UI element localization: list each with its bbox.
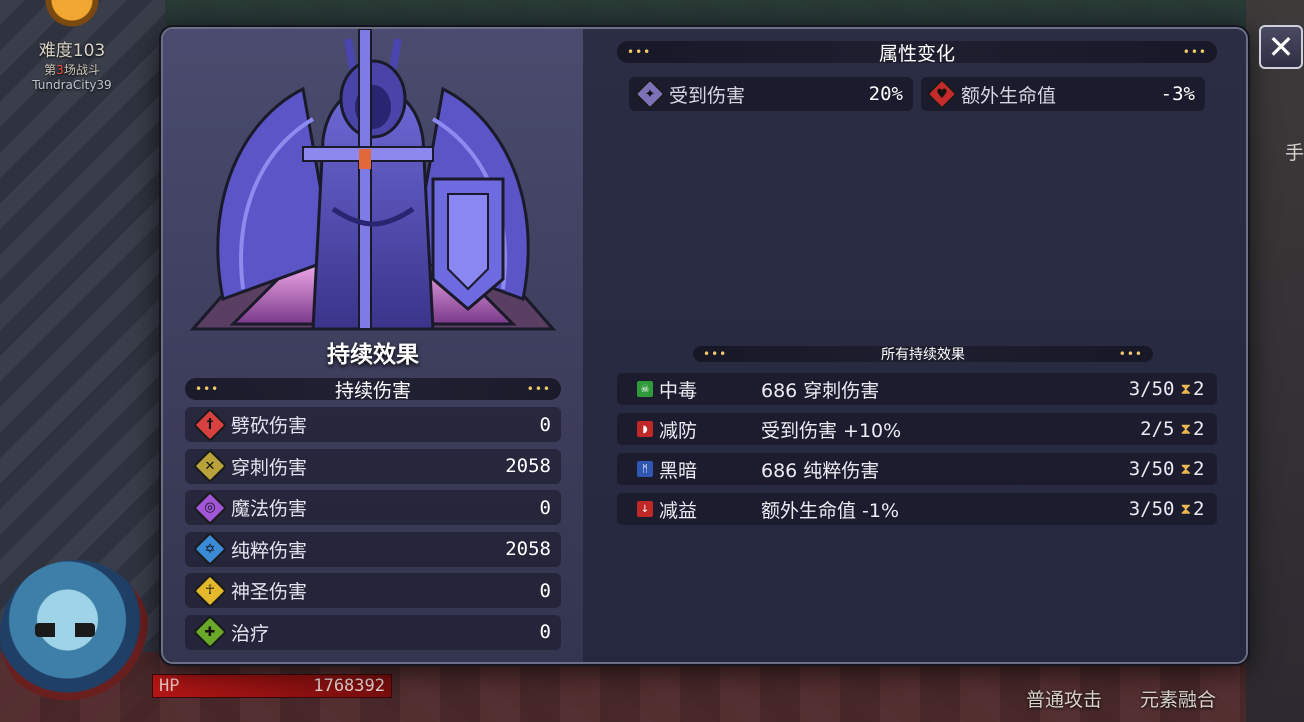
effects-list: ☠ 中毒 686 穿刺伤害 3/50 ⧗ 2 ◗ 减防 受到伤害 +10% 2/5 ⧗ 2 ᛗ 黑暗 686… <box>617 373 1217 533</box>
effect-stack: 3/50 <box>1128 458 1175 480</box>
all-effects-title: 所有持续效果 <box>881 347 965 363</box>
effect-desc: 686 穿刺伤害 <box>761 379 880 402</box>
attr-value: -3% <box>1160 83 1195 105</box>
dots-right-icon: ••• <box>1118 347 1143 361</box>
damage-value: 0 <box>539 413 551 436</box>
damage-row: ☥ 神圣伤害 0 <box>185 573 561 608</box>
effect-desc: 686 纯粹伤害 <box>761 459 880 482</box>
damage-row: ✕ 穿刺伤害 2058 <box>185 448 561 484</box>
poison-icon: ☠ <box>637 381 653 397</box>
attr-change-title: 属性变化 <box>878 42 955 65</box>
dot-damage-header: ••• 持续伤害 ••• <box>185 378 561 402</box>
effects-left-panel: 持续效果 ••• 持续伤害 ••• † 劈砍伤害 0 ✕ 穿刺伤害 2058 ◎ 魔法伤害 0 ✡… <box>163 29 583 662</box>
damage-row: † 劈砍伤害 0 <box>185 407 561 442</box>
dots-left-icon: ••• <box>195 382 220 396</box>
damage-list: † 劈砍伤害 0 ✕ 穿刺伤害 2058 ◎ 魔法伤害 0 ✡ 纯粹伤害 2058 ☥ 神圣伤害 0 ✚ 治疗 0 <box>185 407 561 656</box>
heal-icon: ✚ <box>193 615 227 649</box>
hourglass-icon: ⧗ <box>1180 380 1191 398</box>
hp-label: HP <box>159 676 180 696</box>
dots-left-icon: ••• <box>627 45 652 59</box>
attr-name: 额外生命值 <box>961 84 1057 107</box>
normal-attack-button[interactable]: 普通攻击 <box>1026 685 1102 712</box>
pierce-damage-icon: ✕ <box>193 449 227 483</box>
effect-name: 减益 <box>659 499 698 522</box>
hourglass-icon: ⧗ <box>1180 460 1191 478</box>
debuff-icon: ↓ <box>637 501 653 517</box>
damage-row: ✚ 治疗 0 <box>185 614 561 650</box>
slash-damage-icon: † <box>193 407 227 442</box>
attr-value: 20% <box>868 83 903 105</box>
effect-stack: 3/50 <box>1128 498 1175 520</box>
damage-value: 2058 <box>505 538 551 560</box>
battlefield-right <box>1246 0 1304 722</box>
effect-row: ᛗ 黑暗 686 纯粹伤害 3/50 ⧗ 2 <box>617 453 1217 485</box>
damage-value: 0 <box>539 579 551 602</box>
avatar-eyes-icon <box>35 623 95 637</box>
effect-desc: 额外生命值 -1% <box>761 499 900 522</box>
hp-bar: HP 1768392 <box>152 674 392 698</box>
dots-right-icon: ••• <box>1182 45 1207 59</box>
attr-damage-taken: ✦ 受到伤害 20% <box>629 77 913 111</box>
effect-row: ◗ 减防 受到伤害 +10% 2/5 ⧗ 2 <box>617 413 1217 445</box>
battle-counter: 第3场战斗 <box>44 63 100 77</box>
damage-value: 2058 <box>505 455 551 477</box>
damage-taken-icon: ✦ <box>634 78 666 110</box>
city-name: TundraCity39 <box>32 78 112 92</box>
effect-row: ↓ 减益 额外生命值 -1% 3/50 ⧗ 2 <box>617 493 1217 525</box>
effect-name: 黑暗 <box>659 459 698 482</box>
effect-row: ☠ 中毒 686 穿刺伤害 3/50 ⧗ 2 <box>617 373 1217 405</box>
damage-row: ◎ 魔法伤害 0 <box>185 490 561 525</box>
hourglass-icon: ⧗ <box>1180 420 1191 438</box>
all-effects-header: ••• 所有持续效果 ••• <box>693 346 1153 363</box>
hourglass-icon: ⧗ <box>1180 500 1191 518</box>
dots-left-icon: ••• <box>703 347 728 361</box>
attr-extra-hp: ♥ 额外生命值 -3% <box>921 77 1205 111</box>
extra-hp-icon: ♥ <box>926 78 958 110</box>
dark-knight-portrait-icon <box>189 29 557 331</box>
holy-damage-icon: ☥ <box>193 573 227 608</box>
damage-name: 魔法伤害 <box>231 498 308 520</box>
effects-dialog: 持续效果 ••• 持续伤害 ••• † 劈砍伤害 0 ✕ 穿刺伤害 2058 ◎ 魔法伤害 0 ✡… <box>161 27 1248 664</box>
right-side-label[interactable]: 手 <box>1285 138 1304 165</box>
darkness-icon: ᛗ <box>637 461 653 477</box>
close-button[interactable]: ✕ <box>1259 25 1303 69</box>
pure-damage-icon: ✡ <box>193 532 227 566</box>
player-avatar[interactable] <box>0 560 150 710</box>
attr-name: 受到伤害 <box>669 84 746 107</box>
damage-value: 0 <box>539 496 551 519</box>
dots-right-icon: ••• <box>526 382 551 396</box>
effect-name: 中毒 <box>659 379 698 402</box>
attr-change-header: ••• 属性变化 ••• <box>617 41 1217 65</box>
effect-stack: 3/50 <box>1128 378 1175 400</box>
damage-name: 治疗 <box>231 622 270 645</box>
damage-value: 0 <box>539 621 551 643</box>
damage-name: 穿刺伤害 <box>231 456 308 479</box>
effect-name: 减防 <box>659 419 698 442</box>
dot-damage-title: 持续伤害 <box>334 379 411 402</box>
damage-name: 劈砍伤害 <box>231 415 308 437</box>
difficulty-badge: 难度103 第3场战斗 TundraCity39 <box>22 0 122 92</box>
effect-turns: 2 <box>1193 378 1205 400</box>
effect-stack: 2/5 <box>1140 418 1175 440</box>
damage-row: ✡ 纯粹伤害 2058 <box>185 531 561 567</box>
magic-damage-icon: ◎ <box>193 490 227 525</box>
hp-value: 1768392 <box>313 676 385 696</box>
effects-right-panel: ••• 属性变化 ••• ✦ 受到伤害 20% ♥ 额外生命值 -3% ••• … <box>583 29 1246 662</box>
effect-turns: 2 <box>1193 418 1205 440</box>
damage-name: 纯粹伤害 <box>231 539 308 562</box>
effect-turns: 2 <box>1193 458 1205 480</box>
difficulty-text: 难度103 <box>38 41 106 61</box>
element-fusion-button[interactable]: 元素融合 <box>1140 685 1216 712</box>
damage-name: 神圣伤害 <box>231 581 308 603</box>
effect-desc: 受到伤害 +10% <box>761 419 902 442</box>
difficulty-medal-icon <box>42 0 102 36</box>
effects-title: 持续效果 <box>327 342 419 368</box>
armor-down-icon: ◗ <box>637 421 653 437</box>
effect-turns: 2 <box>1193 498 1205 520</box>
